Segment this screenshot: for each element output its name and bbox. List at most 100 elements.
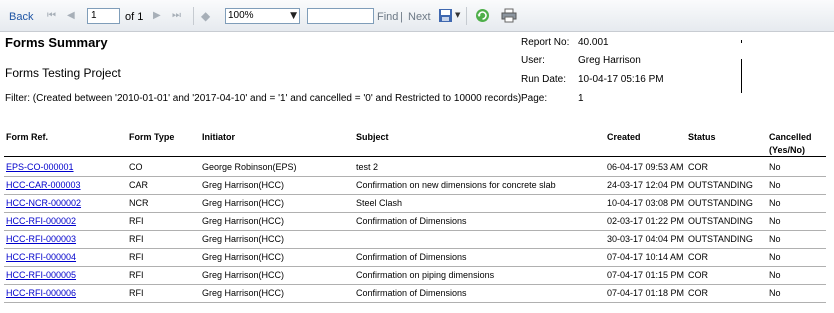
header-cancelled: Cancelled — [769, 132, 812, 142]
form-type-cell: RFI — [129, 234, 144, 244]
form-type-cell: CO — [129, 162, 143, 172]
find-link[interactable]: Find — [377, 11, 398, 23]
form-ref-link[interactable]: HCC-RFI-000003 — [6, 234, 76, 244]
cancelled-cell: No — [769, 162, 781, 172]
user-value: Greg Harrison — [578, 55, 641, 66]
status-cell: COR — [688, 252, 708, 262]
first-page-icon[interactable]: ⏮ — [47, 10, 56, 21]
filter-description: Filter: (Created between '2010-01-01' an… — [5, 93, 522, 104]
cancelled-cell: No — [769, 252, 781, 262]
find-text-input[interactable] — [307, 8, 374, 24]
subject-cell: Confirmation on piping dimensions — [356, 270, 495, 280]
next-page-icon[interactable]: ▶ — [153, 10, 161, 21]
report-no-value: 40.001 — [578, 37, 609, 48]
logo-placeholder-line — [741, 59, 742, 93]
row-divider — [4, 302, 826, 303]
cancelled-cell: No — [769, 180, 781, 190]
page-label: Page: — [521, 93, 548, 104]
header-initiator: Initiator — [202, 132, 235, 142]
initiator-cell: Greg Harrison(HCC) — [202, 180, 285, 190]
logo-placeholder-mark — [741, 40, 742, 43]
row-divider — [4, 194, 826, 195]
find-next-link[interactable]: Next — [408, 11, 431, 23]
status-cell: OUTSTANDING — [688, 216, 753, 226]
header-created: Created — [607, 132, 641, 142]
status-cell: COR — [688, 270, 708, 280]
created-cell: 06-04-17 09:53 AM — [607, 162, 684, 172]
header-rule — [4, 156, 826, 157]
row-divider — [4, 266, 826, 267]
report-no-label: Report No: — [521, 37, 570, 48]
status-cell: COR — [688, 288, 708, 298]
initiator-cell: George Robinson(EPS) — [202, 162, 297, 172]
form-type-cell: RFI — [129, 288, 144, 298]
header-cancelled-yes-no: (Yes/No) — [769, 145, 806, 155]
toolbar-separator — [193, 7, 194, 25]
chevron-down-icon[interactable]: ▼ — [455, 11, 460, 19]
zoom-select[interactable]: 100% ▼ — [225, 8, 300, 24]
previous-page-icon[interactable]: ◀ — [67, 10, 75, 21]
form-type-cell: RFI — [129, 216, 144, 226]
created-cell: 02-03-17 01:22 PM — [607, 216, 685, 226]
run-date-value: 10-04-17 05:16 PM — [578, 74, 664, 85]
row-divider — [4, 176, 826, 177]
subject-cell: Confirmation on new dimensions for concr… — [356, 180, 556, 190]
last-page-icon[interactable]: ⏭ — [172, 10, 181, 21]
created-cell: 30-03-17 04:04 PM — [607, 234, 685, 244]
form-ref-link[interactable]: HCC-RFI-000004 — [6, 252, 76, 262]
form-type-cell: CAR — [129, 180, 149, 190]
row-divider — [4, 248, 826, 249]
page-count-label: of 1 — [125, 11, 144, 23]
form-ref-link[interactable]: HCC-CAR-000003 — [6, 180, 81, 190]
find-divider: | — [400, 11, 403, 23]
form-ref-link[interactable]: HCC-RFI-000005 — [6, 270, 76, 280]
toolbar-separator — [466, 7, 467, 25]
header-form-ref: Form Ref. — [6, 132, 49, 142]
export-icon[interactable] — [438, 8, 453, 23]
status-cell: OUTSTANDING — [688, 234, 753, 244]
status-cell: OUTSTANDING — [688, 180, 753, 190]
subject-cell: Steel Clash — [356, 198, 403, 208]
print-icon[interactable] — [501, 8, 517, 23]
cancelled-cell: No — [769, 288, 781, 298]
refresh-icon[interactable] — [475, 8, 490, 23]
run-date-label: Run Date: — [521, 74, 567, 85]
form-type-cell: RFI — [129, 270, 144, 280]
project-name: Forms Testing Project — [5, 66, 121, 80]
page-value: 1 — [578, 93, 584, 104]
form-ref-link[interactable]: HCC-RFI-000002 — [6, 216, 76, 226]
page-number-input[interactable]: 1 — [87, 8, 120, 24]
subject-cell: Confirmation of Dimensions — [356, 252, 467, 262]
back-link[interactable]: Back — [9, 11, 33, 23]
report-page: Forms Summary Forms Testing Project Filt… — [0, 32, 834, 313]
cancelled-cell: No — [769, 234, 781, 244]
status-cell: OUTSTANDING — [688, 198, 753, 208]
initiator-cell: Greg Harrison(HCC) — [202, 198, 285, 208]
header-subject: Subject — [356, 132, 389, 142]
row-divider — [4, 212, 826, 213]
form-ref-link[interactable]: EPS-CO-000001 — [6, 162, 74, 172]
row-divider — [4, 230, 826, 231]
cancelled-cell: No — [769, 216, 781, 226]
form-type-cell: RFI — [129, 252, 144, 262]
header-status: Status — [688, 132, 716, 142]
subject-cell: Confirmation of Dimensions — [356, 288, 467, 298]
chevron-down-icon: ▼ — [290, 11, 297, 21]
header-form-type: Form Type — [129, 132, 175, 142]
document-map-icon[interactable]: ◆ — [201, 9, 210, 23]
form-type-cell: NCR — [129, 198, 149, 208]
form-ref-link[interactable]: HCC-NCR-000002 — [6, 198, 81, 208]
report-viewer-toolbar: Back ⏮ ◀ 1 of 1 ▶ ⏭ ◆ 100% ▼ Find | Next… — [0, 0, 834, 32]
form-ref-link[interactable]: HCC-RFI-000006 — [6, 288, 76, 298]
subject-cell: test 2 — [356, 162, 379, 172]
created-cell: 07-04-17 10:14 AM — [607, 252, 684, 262]
cancelled-cell: No — [769, 198, 781, 208]
created-cell: 10-04-17 03:08 PM — [607, 198, 685, 208]
created-cell: 07-04-17 01:15 PM — [607, 270, 685, 280]
initiator-cell: Greg Harrison(HCC) — [202, 234, 285, 244]
row-divider — [4, 284, 826, 285]
zoom-value: 100% — [228, 10, 254, 21]
created-cell: 24-03-17 12:04 PM — [607, 180, 685, 190]
initiator-cell: Greg Harrison(HCC) — [202, 270, 285, 280]
report-title: Forms Summary — [5, 35, 108, 50]
